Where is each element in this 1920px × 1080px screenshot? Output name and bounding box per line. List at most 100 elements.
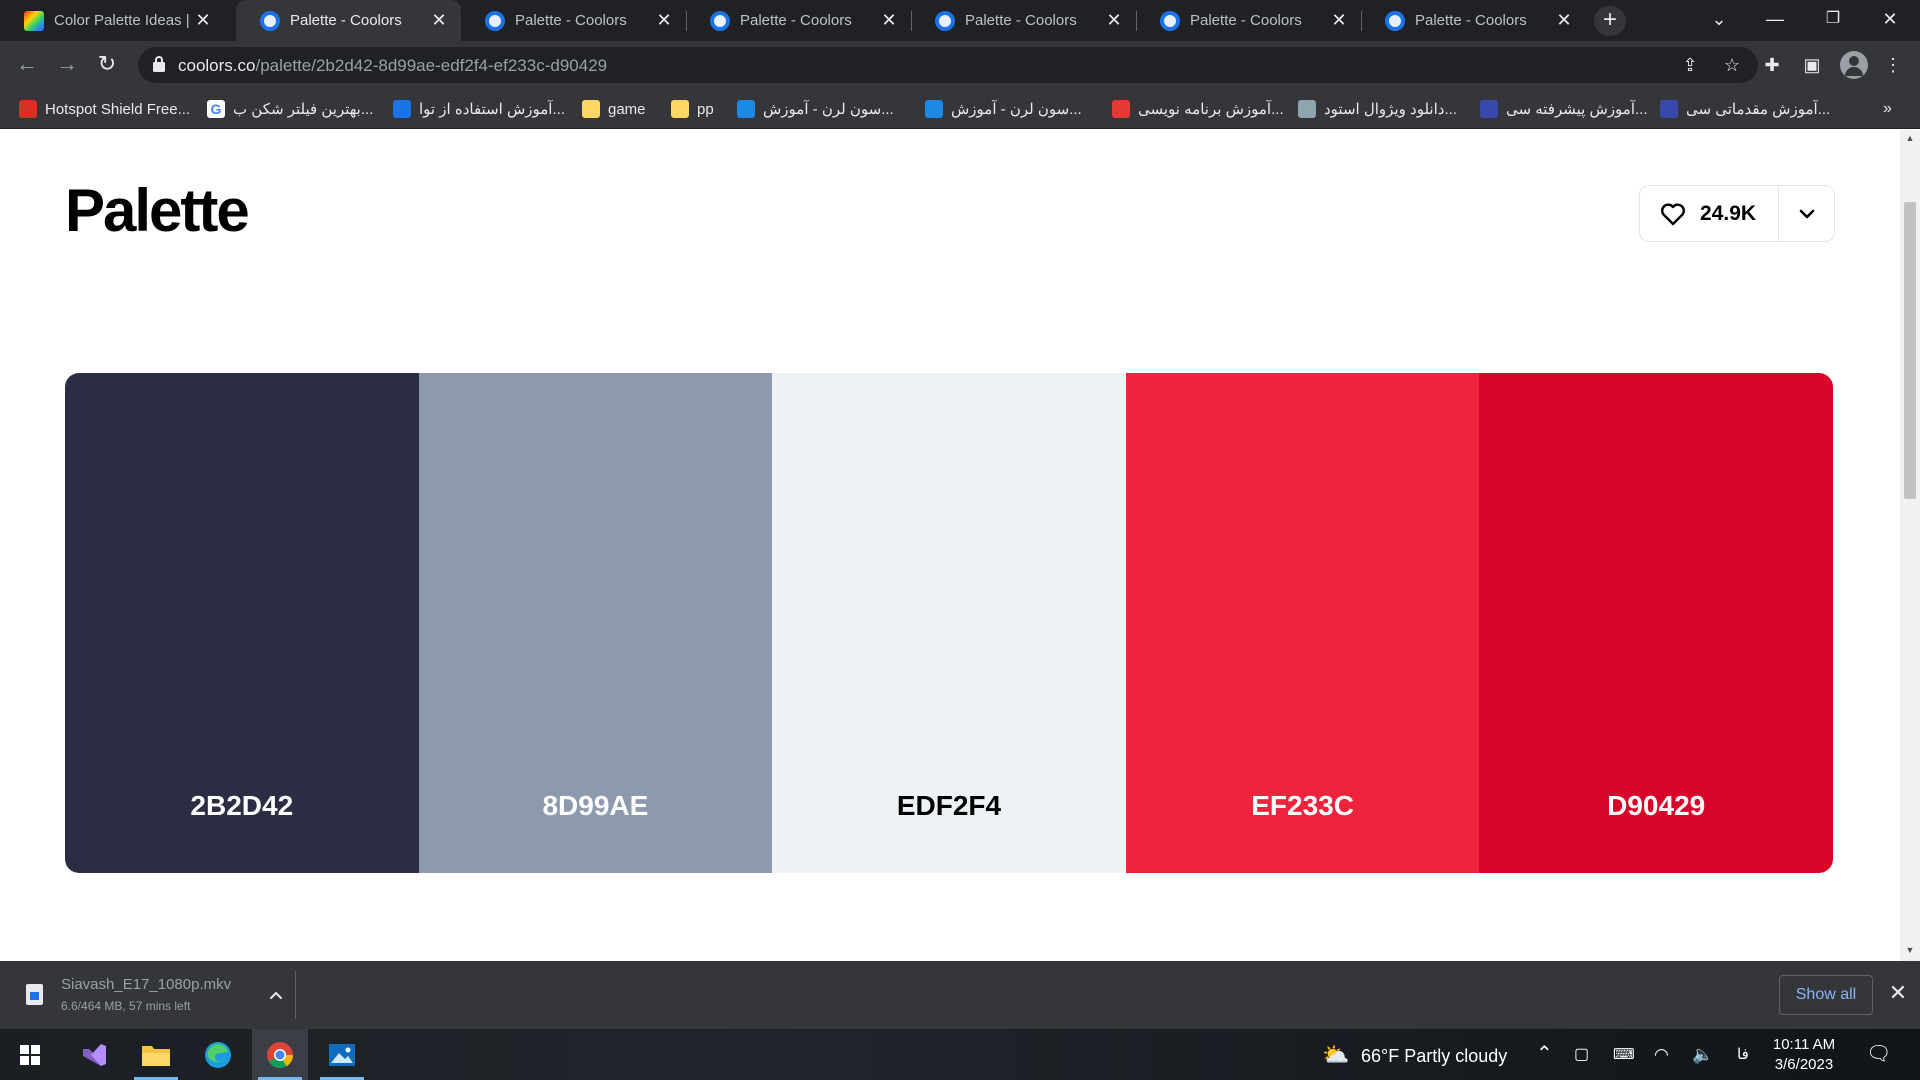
hotspot-icon [19,100,37,118]
bookmark-programming-tutorial[interactable]: آموزش برنامه نویسی... [1112,97,1284,121]
swatch-hex-code[interactable]: 8D99AE [419,790,773,822]
tab-search-chevron-icon[interactable]: ⌄ [1689,0,1749,41]
side-panel-icon[interactable]: ▣ [1801,55,1823,77]
tab-palette-coolors[interactable]: Palette - Coolors ✕ [686,0,911,41]
taskbar-file-explorer[interactable] [128,1029,184,1080]
windows-logo-icon [20,1044,40,1065]
tab-title: Palette - Coolors [1190,12,1302,29]
notifications-icon[interactable]: 🗨 [1866,1029,1891,1080]
menu-kebab-icon[interactable]: ⋮ [1882,55,1904,77]
address-bar[interactable]: coolors.co/palette/2b2d42-8d99ae-edf2f4-… [138,47,1758,83]
profile-avatar[interactable] [1840,51,1868,79]
color-swatch[interactable]: EF233C [1125,373,1480,873]
more-options-button[interactable] [1779,186,1835,241]
lock-icon[interactable] [152,55,166,73]
tab-palette-coolors[interactable]: Palette - Coolors ✕ [1136,0,1361,41]
bookmark-hotspot-shield[interactable]: Hotspot Shield Free... [19,97,190,121]
bookmark-folder-game[interactable]: game [582,97,646,121]
bookmark-star-icon[interactable]: ☆ [1720,54,1744,78]
reload-icon[interactable]: ↻ [91,49,123,81]
input-indicator-icon[interactable]: ⌨ [1613,1029,1635,1080]
bookmarks-overflow-chevron-icon[interactable]: » [1883,97,1892,121]
clock[interactable]: 10:11 AM 3/6/2023 [1766,1035,1842,1075]
scroll-down-arrow-icon[interactable]: ▼ [1904,945,1916,957]
share-icon[interactable]: ⇪ [1678,54,1702,78]
tab-palette-coolors-active[interactable]: Palette - Coolors ✕ [236,0,461,41]
scroll-up-arrow-icon[interactable]: ▲ [1904,133,1916,145]
back-arrow-icon[interactable]: ← [11,49,43,81]
tab-palette-coolors[interactable]: Palette - Coolors ✕ [1361,0,1586,41]
show-all-button[interactable]: Show all [1779,975,1873,1015]
page-scrollbar[interactable]: ▲ ▼ [1900,130,1920,961]
bookmark-visual-studio-download[interactable]: دانلود ویژوال استود... [1298,97,1457,121]
coolors-favicon-icon [1385,10,1405,31]
extensions-puzzle-icon[interactable]: ✚ [1761,55,1783,77]
close-icon[interactable]: ✕ [654,10,674,31]
color-swatch[interactable]: D90429 [1479,373,1833,873]
url-path: /palette/2b2d42-8d99ae-edf2f4-ef233c-d90… [255,56,608,75]
start-button[interactable] [2,1029,58,1080]
like-button[interactable]: 24.9K [1640,186,1778,241]
forward-arrow-icon[interactable]: → [51,49,83,81]
language-indicator[interactable]: فا [1737,1029,1749,1080]
browser-toolbar: ← → ↻ coolors.co/palette/2b2d42-8d99ae-e… [0,41,1920,89]
edge-icon [205,1041,231,1068]
close-icon[interactable]: ✕ [1329,10,1349,31]
taskbar-chrome[interactable] [252,1029,308,1080]
window-close-button[interactable]: ✕ [1860,0,1920,41]
bookmark-sevenlearn-1[interactable]: سون لرن - آموزش... [737,97,894,121]
close-icon[interactable]: ✕ [879,10,899,31]
file-icon [26,984,43,1005]
chevron-up-icon[interactable] [266,985,286,1005]
bookmark-advanced-c[interactable]: آموزش پیشرفته سی... [1480,97,1648,121]
swatch-hex-code[interactable]: D90429 [1479,790,1833,822]
close-icon[interactable]: ✕ [1104,10,1124,31]
close-icon[interactable]: ✕ [1554,10,1574,31]
tab-palette-coolors[interactable]: Palette - Coolors ✕ [461,0,686,41]
scrollbar-thumb[interactable] [1904,202,1916,499]
color-swatch[interactable]: EDF2F4 [772,373,1126,873]
tab-title: Palette - Coolors [1415,12,1527,29]
bookmark-intro-c[interactable]: آموزش مقدماتی سی... [1660,97,1830,121]
restore-button[interactable]: ❐ [1803,0,1863,41]
weather-widget[interactable]: ⛅ 66°F Partly cloudy [1322,1029,1507,1080]
chevron-down-icon [1799,209,1815,218]
bookmark-filter-breaker[interactable]: G بهترین فیلتر شکن ب... [207,97,373,121]
site-icon [1112,100,1130,118]
bookmark-usage-tutorial[interactable]: آموزش استفاده از توا... [393,97,565,121]
taskbar-edge[interactable] [190,1029,246,1080]
url-text: coolors.co/palette/2b2d42-8d99ae-edf2f4-… [178,56,607,76]
taskbar-photos[interactable] [314,1029,370,1080]
bookmark-label: آموزش پیشرفته سی... [1506,101,1648,118]
swatch-hex-code[interactable]: EDF2F4 [772,790,1126,822]
minimize-button[interactable]: — [1745,0,1805,41]
bookmarks-bar: Hotspot Shield Free... G بهترین فیلتر شک… [0,89,1920,129]
meet-now-icon[interactable]: ▢ [1574,1029,1589,1080]
color-swatch[interactable]: 8D99AE [418,373,773,873]
colorpalettes-favicon-icon [24,10,44,31]
sevenlearn-icon [737,100,755,118]
swatch-hex-code[interactable]: EF233C [1126,790,1480,822]
taskbar-visual-studio[interactable] [66,1029,122,1080]
download-bar: Siavash_E17_1080p.mkv 6.6/464 MB, 57 min… [0,961,1920,1029]
bookmark-label: دانلود ویژوال استود... [1324,101,1457,118]
bookmark-sevenlearn-2[interactable]: سون لرن - آموزش... [925,97,1082,121]
close-icon[interactable]: ✕ [193,10,213,31]
color-swatch[interactable]: 2B2D42 [65,373,419,873]
wifi-icon[interactable]: ◠ [1654,1029,1669,1080]
folder-icon [142,1045,170,1066]
new-tab-button[interactable]: + [1594,6,1626,36]
bookmark-folder-pp[interactable]: pp [671,97,714,121]
site-icon [1660,100,1678,118]
tab-color-palette-ideas[interactable]: Color Palette Ideas | C ✕ [0,0,225,41]
tab-title: Palette - Coolors [515,12,627,29]
tab-palette-coolors[interactable]: Palette - Coolors ✕ [911,0,1136,41]
volume-icon[interactable]: 🔈 [1692,1029,1713,1080]
show-hidden-icons-chevron-icon[interactable]: ⌃ [1536,1029,1553,1080]
swatch-hex-code[interactable]: 2B2D42 [65,790,419,822]
coolors-favicon-icon [710,10,730,31]
close-icon[interactable]: ✕ [429,10,449,31]
site-icon [1480,100,1498,118]
close-download-bar-icon[interactable]: ✕ [1886,981,1910,1005]
download-item[interactable]: Siavash_E17_1080p.mkv 6.6/464 MB, 57 min… [18,971,293,1019]
